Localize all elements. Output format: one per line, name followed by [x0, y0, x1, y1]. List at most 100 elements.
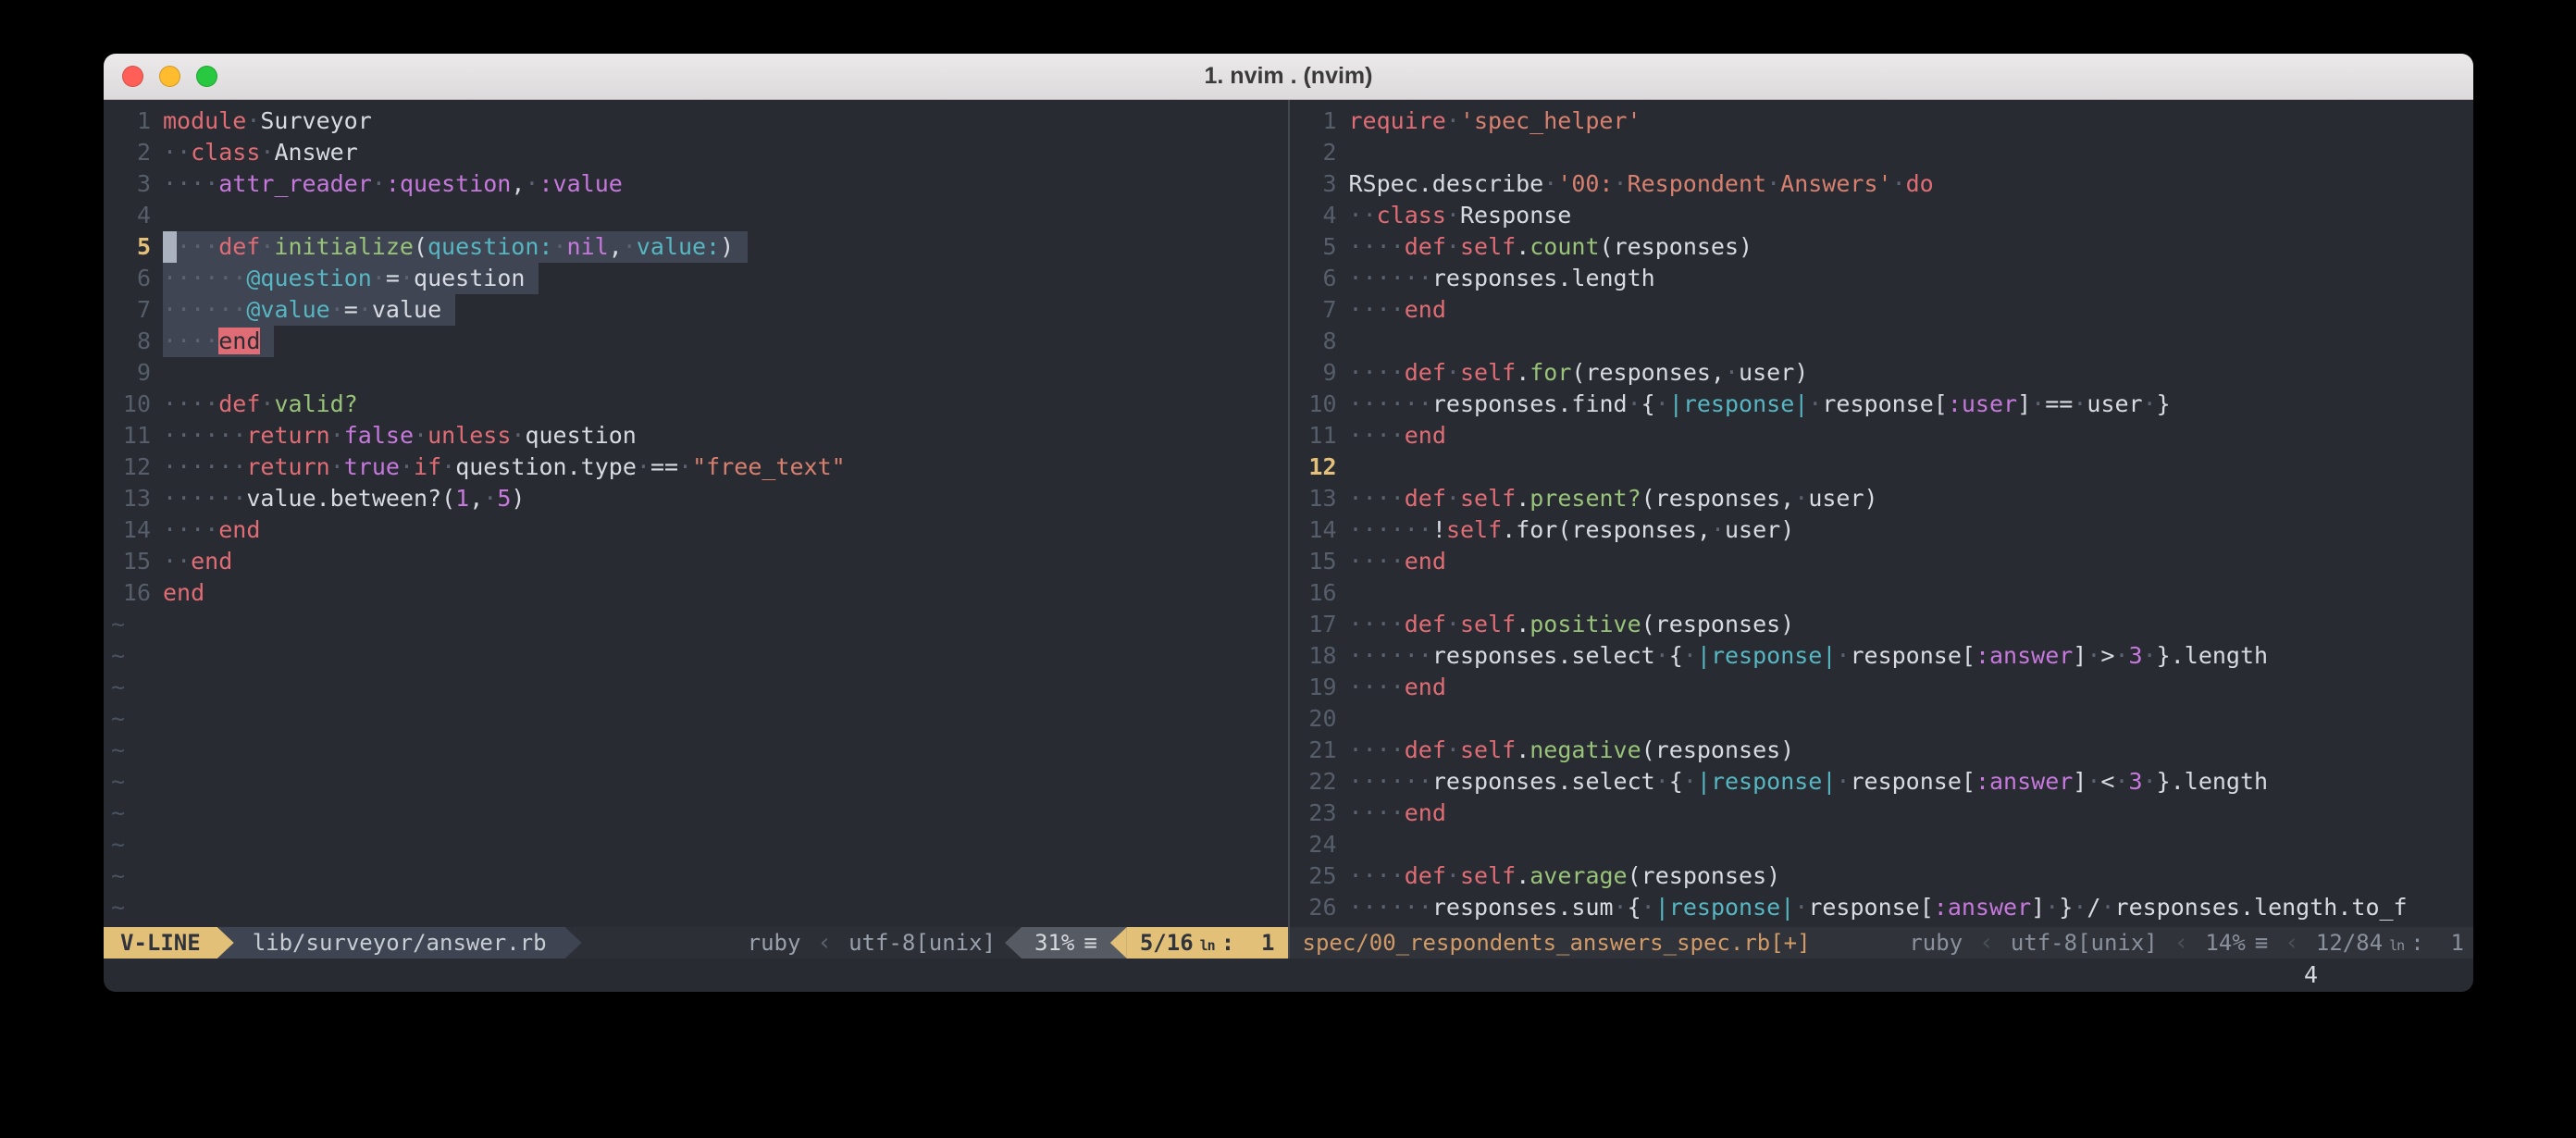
token: ==: [650, 453, 678, 480]
line-number: 19: [1297, 672, 1349, 703]
line-text: ~: [111, 609, 125, 640]
code-line[interactable]: 24: [1297, 829, 2474, 860]
code-line[interactable]: ~: [111, 640, 1288, 672]
code-line[interactable]: 14····end: [111, 514, 1288, 546]
whitespace-dot: ·: [177, 516, 191, 543]
whitespace-dot: ·: [2031, 390, 2045, 417]
window-title: 1. nvim . (nvim): [1205, 63, 1373, 90]
code-line[interactable]: 10····def·valid?: [111, 389, 1288, 420]
code-line[interactable]: 8····end: [111, 326, 1288, 357]
code-line[interactable]: 11······return·false·unless·question: [111, 420, 1288, 451]
code-line[interactable]: 13······value.between?(1,·5): [111, 483, 1288, 514]
token: value: [372, 296, 441, 323]
token: ==: [2045, 390, 2073, 417]
code-line[interactable]: 7······@value·=·value: [111, 294, 1288, 326]
left-statusline: V-LINE lib/surveyor/answer.rb ruby ‹ utf…: [104, 927, 1288, 959]
code-line[interactable]: ~: [111, 860, 1288, 892]
code-line[interactable]: 1require·'spec_helper': [1297, 105, 2474, 137]
right-code-area[interactable]: 1require·'spec_helper'23RSpec.describe·'…: [1290, 100, 2474, 927]
code-line[interactable]: 23····end: [1297, 798, 2474, 829]
zoom-button[interactable]: [196, 66, 217, 87]
code-line[interactable]: 22······responses.select·{·|response|·re…: [1297, 766, 2474, 798]
whitespace-dot: ·: [1363, 233, 1377, 260]
titlebar[interactable]: 1. nvim . (nvim): [104, 54, 2473, 100]
whitespace-dot: ·: [1349, 233, 1363, 260]
code-line[interactable]: 18······responses.select·{·|response|·re…: [1297, 640, 2474, 672]
line-number: 1: [1297, 105, 1349, 137]
whitespace-dot: ·: [1377, 422, 1391, 449]
code-line[interactable]: 2: [1297, 137, 2474, 168]
minimize-button[interactable]: [159, 66, 180, 87]
code-line[interactable]: 15····end: [1297, 546, 2474, 577]
code-line[interactable]: 5 ···def·initialize(question:·nil,·value…: [111, 231, 1288, 263]
whitespace-dot: ·: [204, 265, 218, 291]
line-number: 23: [1297, 798, 1349, 829]
left-code-area[interactable]: 1module·Surveyor2··class·Answer3····attr…: [104, 100, 1288, 927]
line-number-symbol-icon: ln: [1200, 937, 1215, 954]
code-line[interactable]: 14······!self.for(responses,·user): [1297, 514, 2474, 546]
whitespace-dot: ·: [218, 485, 232, 512]
code-line[interactable]: 6······@question·=·question: [111, 263, 1288, 294]
token: (responses,: [1641, 485, 1795, 512]
whitespace-dot: ·: [1766, 170, 1780, 197]
whitespace-dot: ·: [1349, 768, 1363, 795]
code-line[interactable]: 20: [1297, 703, 2474, 735]
code-line[interactable]: 3RSpec.describe·'00:·Respondent·Answers'…: [1297, 168, 2474, 200]
code-line[interactable]: 7····end: [1297, 294, 2474, 326]
code-line[interactable]: 6······responses.length: [1297, 263, 2474, 294]
code-line[interactable]: ~: [111, 829, 1288, 860]
whitespace-dot: ·: [1405, 265, 1418, 291]
code-line[interactable]: 2··class·Answer: [111, 137, 1288, 168]
whitespace-dot: ·: [177, 485, 191, 512]
code-line[interactable]: 1module·Surveyor: [111, 105, 1288, 137]
code-line[interactable]: 12······return·true·if·question.type·==·…: [111, 451, 1288, 483]
code-line[interactable]: 4: [111, 200, 1288, 231]
code-line[interactable]: ~: [111, 892, 1288, 923]
code-line[interactable]: 12: [1297, 451, 2474, 483]
filetype-label: ruby: [1900, 927, 1972, 959]
code-line[interactable]: 11····end: [1297, 420, 2474, 451]
code-line[interactable]: 15··end: [111, 546, 1288, 577]
code-line[interactable]: ~: [111, 735, 1288, 766]
code-line[interactable]: 17····def·self.positive(responses): [1297, 609, 2474, 640]
line-number: 3: [111, 168, 163, 200]
code-line[interactable]: 19····end: [1297, 672, 2474, 703]
code-line[interactable]: 10······responses.find·{·|response|·resp…: [1297, 389, 2474, 420]
code-line[interactable]: ~: [111, 609, 1288, 640]
whitespace-dot: ·: [1349, 548, 1363, 575]
whitespace-dot: ·: [1391, 296, 1405, 323]
code-line[interactable]: 3····attr_reader·:question,·:value: [111, 168, 1288, 200]
code-line[interactable]: 25····def·self.average(responses): [1297, 860, 2474, 892]
whitespace-dot: ·: [218, 296, 232, 323]
right-statusline: spec/00_respondents_answers_spec.rb[+] r…: [1290, 927, 2474, 959]
code-line[interactable]: ~: [111, 703, 1288, 735]
whitespace-dot: ·: [204, 390, 218, 417]
code-line[interactable]: 21····def·self.negative(responses): [1297, 735, 2474, 766]
whitespace-dot: ·: [1363, 768, 1377, 795]
whitespace-dot: ·: [1418, 642, 1432, 669]
code-line[interactable]: 9: [111, 357, 1288, 389]
code-line[interactable]: 16: [1297, 577, 2474, 609]
command-line[interactable]: 4: [104, 959, 2473, 992]
code-line[interactable]: 16end: [111, 577, 1288, 609]
whitespace-dot: ·: [1391, 390, 1405, 417]
token: :answer: [1934, 894, 2031, 921]
whitespace-dot: ·: [1363, 736, 1377, 763]
token: |response|: [1697, 642, 1837, 669]
whitespace-dot: ·: [1349, 485, 1363, 512]
close-button[interactable]: [122, 66, 143, 87]
token: if: [414, 453, 441, 480]
whitespace-dot: ·: [1363, 422, 1377, 449]
code-line[interactable]: ~: [111, 766, 1288, 798]
code-line[interactable]: 13····def·self.present?(responses,·user): [1297, 483, 2474, 514]
code-line[interactable]: 9····def·self.for(responses,·user): [1297, 357, 2474, 389]
code-line[interactable]: ~: [111, 672, 1288, 703]
code-line[interactable]: 8: [1297, 326, 2474, 357]
code-line[interactable]: 26······responses.sum·{·|response|·respo…: [1297, 892, 2474, 923]
code-line[interactable]: 5····def·self.count(responses): [1297, 231, 2474, 263]
whitespace-dot: ·: [1794, 894, 1808, 921]
line-number: 10: [1297, 389, 1349, 420]
thin-separator-icon: ‹: [810, 927, 839, 959]
code-line[interactable]: ~: [111, 798, 1288, 829]
code-line[interactable]: 4··class·Response: [1297, 200, 2474, 231]
